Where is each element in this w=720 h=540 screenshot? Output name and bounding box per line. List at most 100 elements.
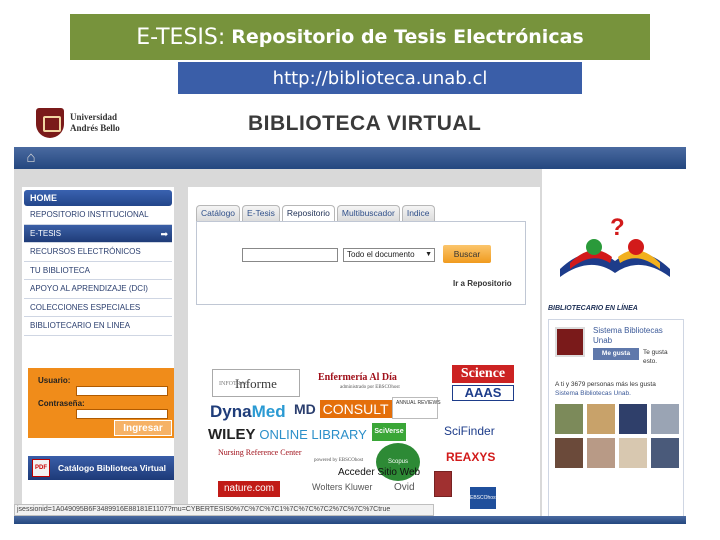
wiley-logo[interactable]: WILEY ONLINE LIBRARY bbox=[208, 427, 367, 442]
password-input[interactable] bbox=[76, 409, 168, 419]
tab-etesis[interactable]: E-Tesis bbox=[242, 205, 280, 221]
search-input[interactable] bbox=[242, 248, 338, 262]
enfermeria-logo-sub: administrado por EBSCOhost bbox=[340, 385, 400, 390]
logo-line-1: Universidad bbox=[70, 112, 118, 122]
login-panel: Usuario: Contraseña: Ingresar bbox=[28, 368, 174, 438]
sidebar-item-etesis[interactable]: E-TESIS ➡ bbox=[24, 224, 172, 243]
university-logo[interactable]: Universidad Andrés Bello bbox=[36, 108, 120, 138]
like-count-a: A ti y 3679 personas más les gusta bbox=[555, 381, 656, 388]
sidebar-item-colecciones[interactable]: COLECCIONES ESPECIALES bbox=[24, 299, 172, 317]
mdconsult-logo[interactable]: MD CONSULT bbox=[294, 400, 392, 418]
dynamed-logo-a: Dyna bbox=[210, 402, 252, 421]
slide-title-text: Repositorio de Tesis Electrónicas bbox=[231, 26, 584, 48]
fan-avatar[interactable] bbox=[555, 404, 583, 434]
svg-text:?: ? bbox=[610, 214, 625, 241]
search-panel: Catálogo E-Tesis Repositorio Multibuscad… bbox=[188, 187, 540, 517]
aaas-logo[interactable]: AAAS bbox=[452, 385, 514, 401]
sciverse-logo[interactable]: SciVerse bbox=[372, 423, 406, 441]
nature-logo[interactable]: nature.com bbox=[218, 481, 280, 497]
slide-title: E-TESIS: Repositorio de Tesis Electrónic… bbox=[70, 14, 650, 60]
reaxys-logo[interactable]: REAXYS bbox=[446, 451, 495, 463]
fan-avatar[interactable] bbox=[651, 438, 679, 468]
ebsco-logo[interactable]: EBSCOhost bbox=[470, 487, 497, 509]
like-count-b: Sistema Bibliotecas Unab. bbox=[555, 390, 631, 397]
tab-repositorio[interactable]: Repositorio bbox=[281, 205, 335, 221]
facebook-page-name[interactable]: Sistema Bibliotecas Unab bbox=[593, 326, 683, 346]
science-logo[interactable]: Science bbox=[452, 365, 514, 383]
logo-line-2: Andrés Bello bbox=[70, 123, 120, 133]
mdconsult-logo-a: MD bbox=[294, 401, 316, 417]
nursing-reference-logo[interactable]: Nursing Reference Center powered by EBSC… bbox=[218, 448, 364, 464]
nrc-logo-text: Nursing Reference Center bbox=[218, 448, 302, 457]
browser-screenshot: Universidad Andrés Bello BIBLIOTECA VIRT… bbox=[14, 100, 686, 524]
sidebar-item-repositorio[interactable]: REPOSITORIO INSTITUCIONAL bbox=[24, 206, 172, 225]
login-button[interactable]: Ingresar bbox=[114, 420, 172, 436]
pdf-icon: PDF bbox=[32, 459, 50, 477]
sidebar-item-tu-biblioteca[interactable]: TU BIBLIOTECA bbox=[24, 262, 172, 280]
username-input[interactable] bbox=[76, 386, 168, 396]
you-like-text: Te gusta esto. bbox=[643, 349, 668, 365]
sidebar-menu: HOME REPOSITORIO INSTITUCIONAL E-TESIS ➡… bbox=[24, 190, 172, 336]
sidebar-item-recursos[interactable]: RECURSOS ELECTRÓNICOS bbox=[24, 243, 172, 262]
enfermeria-logo-text: Enfermería Al Día bbox=[318, 372, 397, 383]
search-button[interactable]: Buscar bbox=[443, 245, 491, 263]
tab-indice[interactable]: Indice bbox=[401, 205, 435, 221]
like-button[interactable]: Me gusta bbox=[593, 348, 639, 360]
fan-avatar[interactable] bbox=[587, 438, 615, 468]
informe-logo[interactable]: INFOTRAC Informe bbox=[212, 369, 300, 397]
password-label: Contraseña: bbox=[38, 399, 85, 408]
dynamed-logo-b: Med bbox=[251, 402, 286, 421]
access-site-tooltip: Acceder Sitio Web bbox=[338, 467, 421, 478]
facebook-widget: Sistema Bibliotecas Unab Me gusta Te gus… bbox=[548, 319, 684, 521]
dynamed-logo[interactable]: DynaMed bbox=[210, 403, 286, 420]
tab-catalogo[interactable]: Catálogo bbox=[196, 205, 241, 221]
arrow-right-icon: ➡ bbox=[160, 228, 168, 239]
bottom-bar bbox=[14, 516, 686, 524]
scifinder-logo[interactable]: SciFinder bbox=[444, 425, 495, 437]
slide-title-prefix: E-TESIS: bbox=[136, 24, 226, 50]
nrc-logo-sub: powered by EBSCOhost bbox=[314, 458, 364, 463]
browser-status-bar: jsessionid=1A049095B6F3489916E88181E1107… bbox=[14, 504, 434, 516]
search-scope-select[interactable]: Todo el documento ▼ bbox=[343, 248, 435, 262]
top-nav-bar: ⌂ bbox=[14, 147, 686, 169]
wiley-logo-a: WILEY bbox=[208, 426, 256, 443]
annual-reviews-logo[interactable]: ANNUAL REVIEWS bbox=[392, 397, 441, 419]
ovid-logo[interactable]: Ovid bbox=[394, 483, 415, 493]
sidebar-item-apoyo[interactable]: APOYO AL APRENDIZAJE (DCI) bbox=[24, 280, 172, 299]
wolters-kluwer-logo[interactable]: Wolters Kluwer bbox=[312, 483, 372, 492]
page-title: BIBLIOTECA VIRTUAL bbox=[248, 112, 482, 135]
fan-grid bbox=[555, 404, 681, 468]
book-icon[interactable] bbox=[434, 471, 452, 497]
fan-avatar[interactable] bbox=[619, 438, 647, 468]
search-form: Todo el documento ▼ Buscar Ir a Reposito… bbox=[196, 221, 526, 305]
bibliotecario-title: BIBLIOTECARIO EN LÍNEA bbox=[548, 305, 638, 312]
university-name: Universidad Andrés Bello bbox=[70, 112, 120, 134]
tab-multibuscador[interactable]: Multibuscador bbox=[336, 205, 400, 221]
slide-url: http://biblioteca.unab.cl bbox=[178, 62, 582, 94]
like-count-text: A ti y 3679 personas más les gusta Siste… bbox=[555, 380, 681, 398]
fan-avatar[interactable] bbox=[555, 438, 583, 468]
search-tabs: Catálogo E-Tesis Repositorio Multibuscad… bbox=[196, 205, 437, 221]
sidebar-item-home[interactable]: HOME bbox=[24, 190, 172, 206]
enfermeria-logo[interactable]: Enfermería Al Día administrado por EBSCO… bbox=[318, 372, 400, 391]
slide: E-TESIS: Repositorio de Tesis Electrónic… bbox=[0, 0, 720, 540]
mdconsult-logo-b: CONSULT bbox=[319, 400, 392, 418]
university-seal-icon bbox=[36, 108, 64, 138]
search-scope-value: Todo el documento bbox=[347, 250, 415, 259]
catalog-button[interactable]: PDF Catálogo Biblioteca Virtual bbox=[28, 456, 174, 480]
home-icon[interactable]: ⌂ bbox=[22, 149, 40, 167]
page-avatar[interactable] bbox=[555, 327, 585, 357]
sidebar-item-bibliotecario[interactable]: BIBLIOTECARIO EN LINEA bbox=[24, 317, 172, 336]
site-header: Universidad Andrés Bello BIBLIOTECA VIRT… bbox=[14, 100, 686, 146]
resource-logos: INFOTRAC Informe Enfermería Al Día admin… bbox=[208, 365, 530, 517]
informe-logo-small: INFOTRAC bbox=[219, 381, 250, 387]
fan-avatar[interactable] bbox=[651, 404, 679, 434]
fan-avatar[interactable] bbox=[587, 404, 615, 434]
content-area: HOME REPOSITORIO INSTITUCIONAL E-TESIS ➡… bbox=[14, 169, 686, 524]
bibliotecario-logo[interactable]: ? bbox=[550, 211, 680, 289]
catalog-button-label: Catálogo Biblioteca Virtual bbox=[58, 463, 167, 473]
fan-avatar[interactable] bbox=[619, 404, 647, 434]
repository-link[interactable]: Ir a Repositorio bbox=[453, 279, 512, 288]
dropdown-arrow-icon: ▼ bbox=[425, 251, 432, 258]
username-label: Usuario: bbox=[38, 376, 71, 385]
